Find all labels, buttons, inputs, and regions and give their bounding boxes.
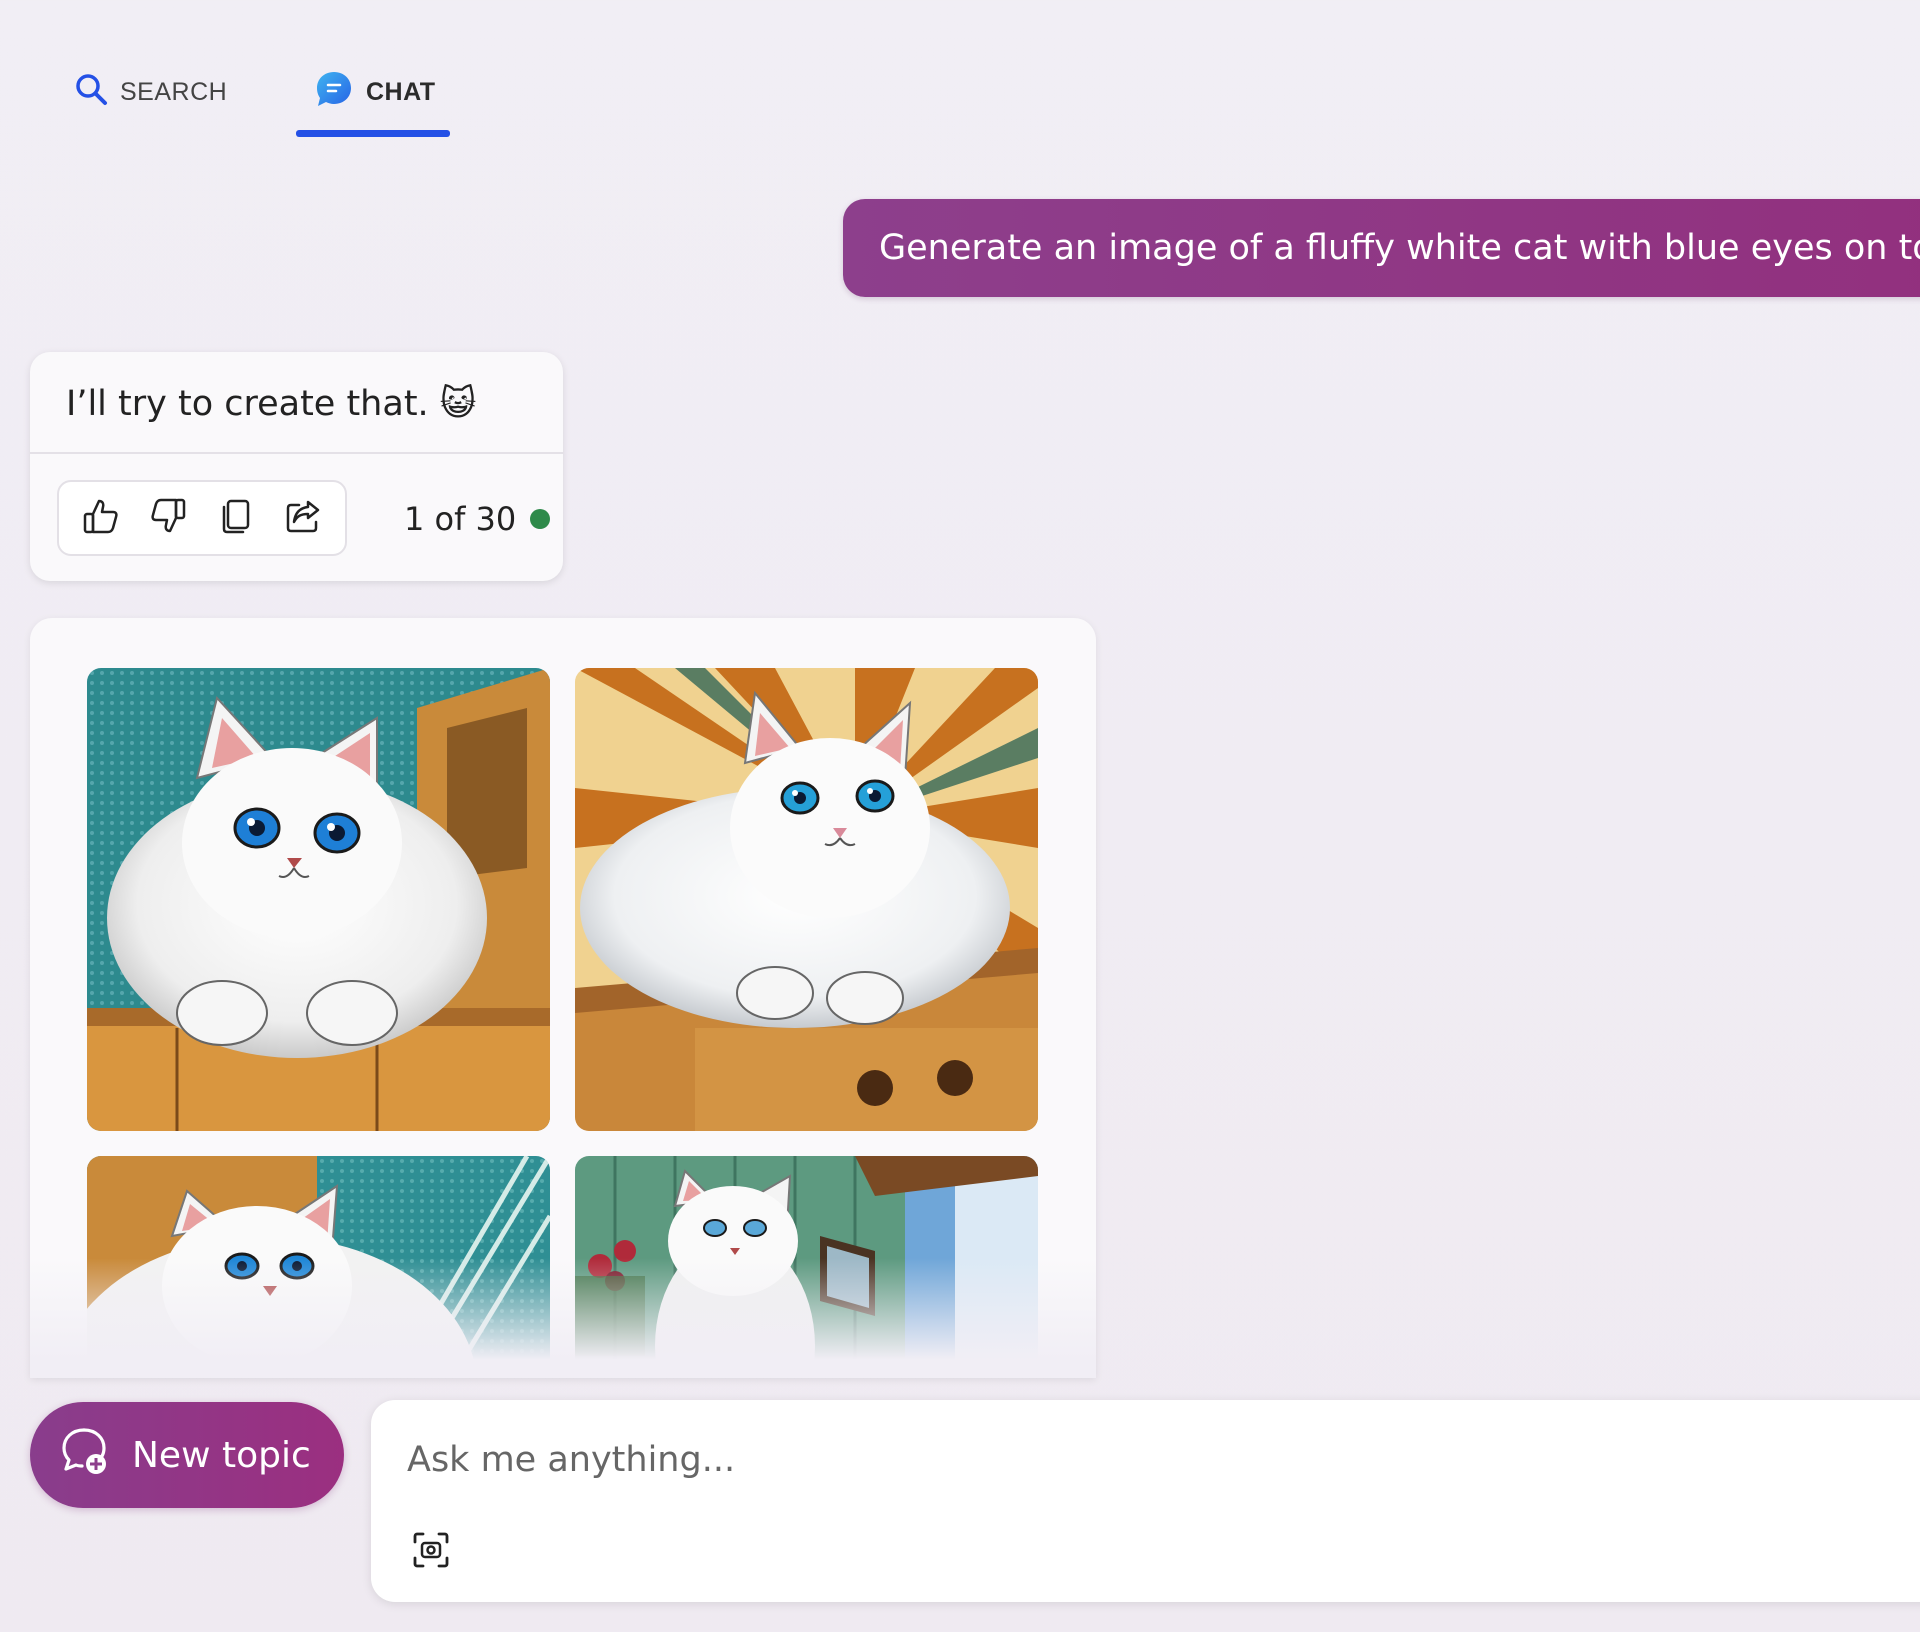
tab-search[interactable]: SEARCH	[74, 70, 227, 114]
bot-message-text: I’ll try to create that. 😺	[66, 384, 477, 424]
share-button[interactable]	[275, 490, 331, 546]
visual-search-button[interactable]	[407, 1528, 455, 1576]
search-icon	[74, 72, 108, 113]
chat-input-box	[371, 1400, 1920, 1602]
scroll-fade	[30, 1258, 1096, 1378]
counter-text: 1 of 30	[404, 500, 517, 538]
copy-icon	[216, 496, 256, 541]
active-tab-indicator	[296, 130, 450, 137]
bot-message-card: I’ll try to create that. 😺 1 of 30	[30, 352, 563, 581]
cat-image-2[interactable]	[575, 668, 1038, 1131]
cat-image-1[interactable]	[87, 668, 550, 1131]
tab-chat[interactable]: CHAT	[314, 70, 436, 114]
ask-input[interactable]	[407, 1428, 1807, 1492]
status-dot	[530, 509, 551, 529]
user-message-text: Generate an image of a fluffy white cat …	[879, 228, 1920, 268]
dislike-button[interactable]	[140, 490, 196, 546]
like-button[interactable]	[73, 490, 129, 546]
mode-tabs: SEARCH CHAT	[0, 0, 1920, 140]
message-actions	[57, 480, 347, 556]
image-results-card	[30, 618, 1096, 1378]
share-icon	[283, 496, 323, 541]
divider	[30, 452, 563, 454]
chat-bubble-icon	[314, 69, 354, 116]
response-counter: 1 of 30	[404, 500, 551, 538]
thumbs-up-icon	[81, 496, 121, 541]
new-topic-label: New topic	[132, 1434, 311, 1476]
new-topic-button[interactable]: New topic	[30, 1402, 344, 1508]
user-message-bubble: Generate an image of a fluffy white cat …	[843, 199, 1920, 297]
tab-search-label: SEARCH	[120, 77, 228, 106]
tab-chat-label: CHAT	[366, 77, 436, 106]
visual-search-icon	[411, 1530, 451, 1575]
new-topic-icon	[58, 1424, 112, 1487]
thumbs-down-icon	[148, 496, 188, 541]
copy-button[interactable]	[208, 490, 264, 546]
